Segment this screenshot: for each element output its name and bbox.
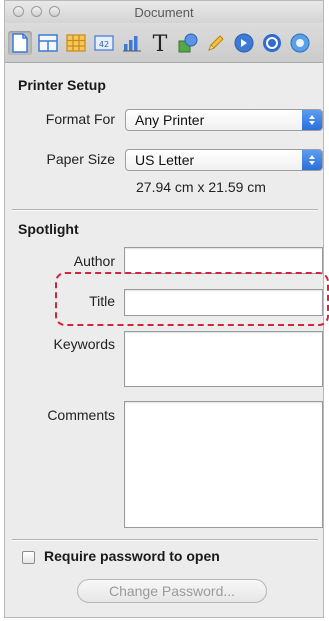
paper-size-popup[interactable]: US Letter [125,149,323,171]
quicktime-inspector-tab[interactable] [260,31,284,55]
inspector-toolbar: 42 T [5,23,323,63]
svg-text:T: T [153,32,168,54]
globe-icon [290,33,310,53]
keywords-label: Keywords [53,336,115,352]
author-label: Author [73,253,115,269]
cell-format-icon: 42 [94,35,114,51]
pencil-icon [208,35,224,51]
author-field[interactable] [124,247,323,274]
comments-field[interactable] [124,401,323,528]
spotlight-heading: Spotlight [18,221,79,237]
table-icon [66,34,86,52]
layout-icon [38,34,58,52]
format-for-popup[interactable]: Any Printer [125,109,323,131]
popup-arrows-icon [302,150,322,170]
comments-label: Comments [47,407,115,423]
metrics-inspector-tab[interactable] [204,31,228,55]
text-inspector-tab[interactable]: T [148,31,172,55]
link-inspector-tab[interactable] [232,31,256,55]
svg-text:42: 42 [99,40,109,49]
document-inspector-tab[interactable] [8,31,32,55]
section-divider [12,209,318,211]
format-inspector-tab[interactable]: 42 [92,31,116,55]
require-password-checkbox[interactable] [22,551,35,564]
window-title: Document [134,5,194,20]
extra-inspector-tab[interactable] [288,31,312,55]
text-icon: T [153,32,168,54]
layout-inspector-tab[interactable] [36,31,60,55]
quicktime-icon [263,34,281,52]
shapes-icon [178,33,198,53]
document-icon [12,33,28,53]
chart-inspector-tab[interactable] [120,31,144,55]
paper-dimensions: 27.94 cm x 21.59 cm [136,179,266,195]
title-highlight-callout [55,272,329,326]
graphic-inspector-tab[interactable] [176,31,200,55]
title-bar: Document [5,1,323,23]
section-divider [12,539,318,541]
popup-arrows-icon [302,110,322,130]
format-for-label: Format For [45,111,115,127]
chart-icon [123,36,141,52]
link-icon [234,33,254,53]
table-inspector-tab[interactable] [64,31,88,55]
require-password-label: Require password to open [44,548,220,564]
change-password-button[interactable]: Change Password... [77,579,267,603]
format-for-value: Any Printer [135,112,205,128]
paper-size-label: Paper Size [46,151,115,167]
paper-size-value: US Letter [135,152,195,168]
keywords-field[interactable] [124,331,323,387]
printer-setup-heading: Printer Setup [18,77,106,93]
